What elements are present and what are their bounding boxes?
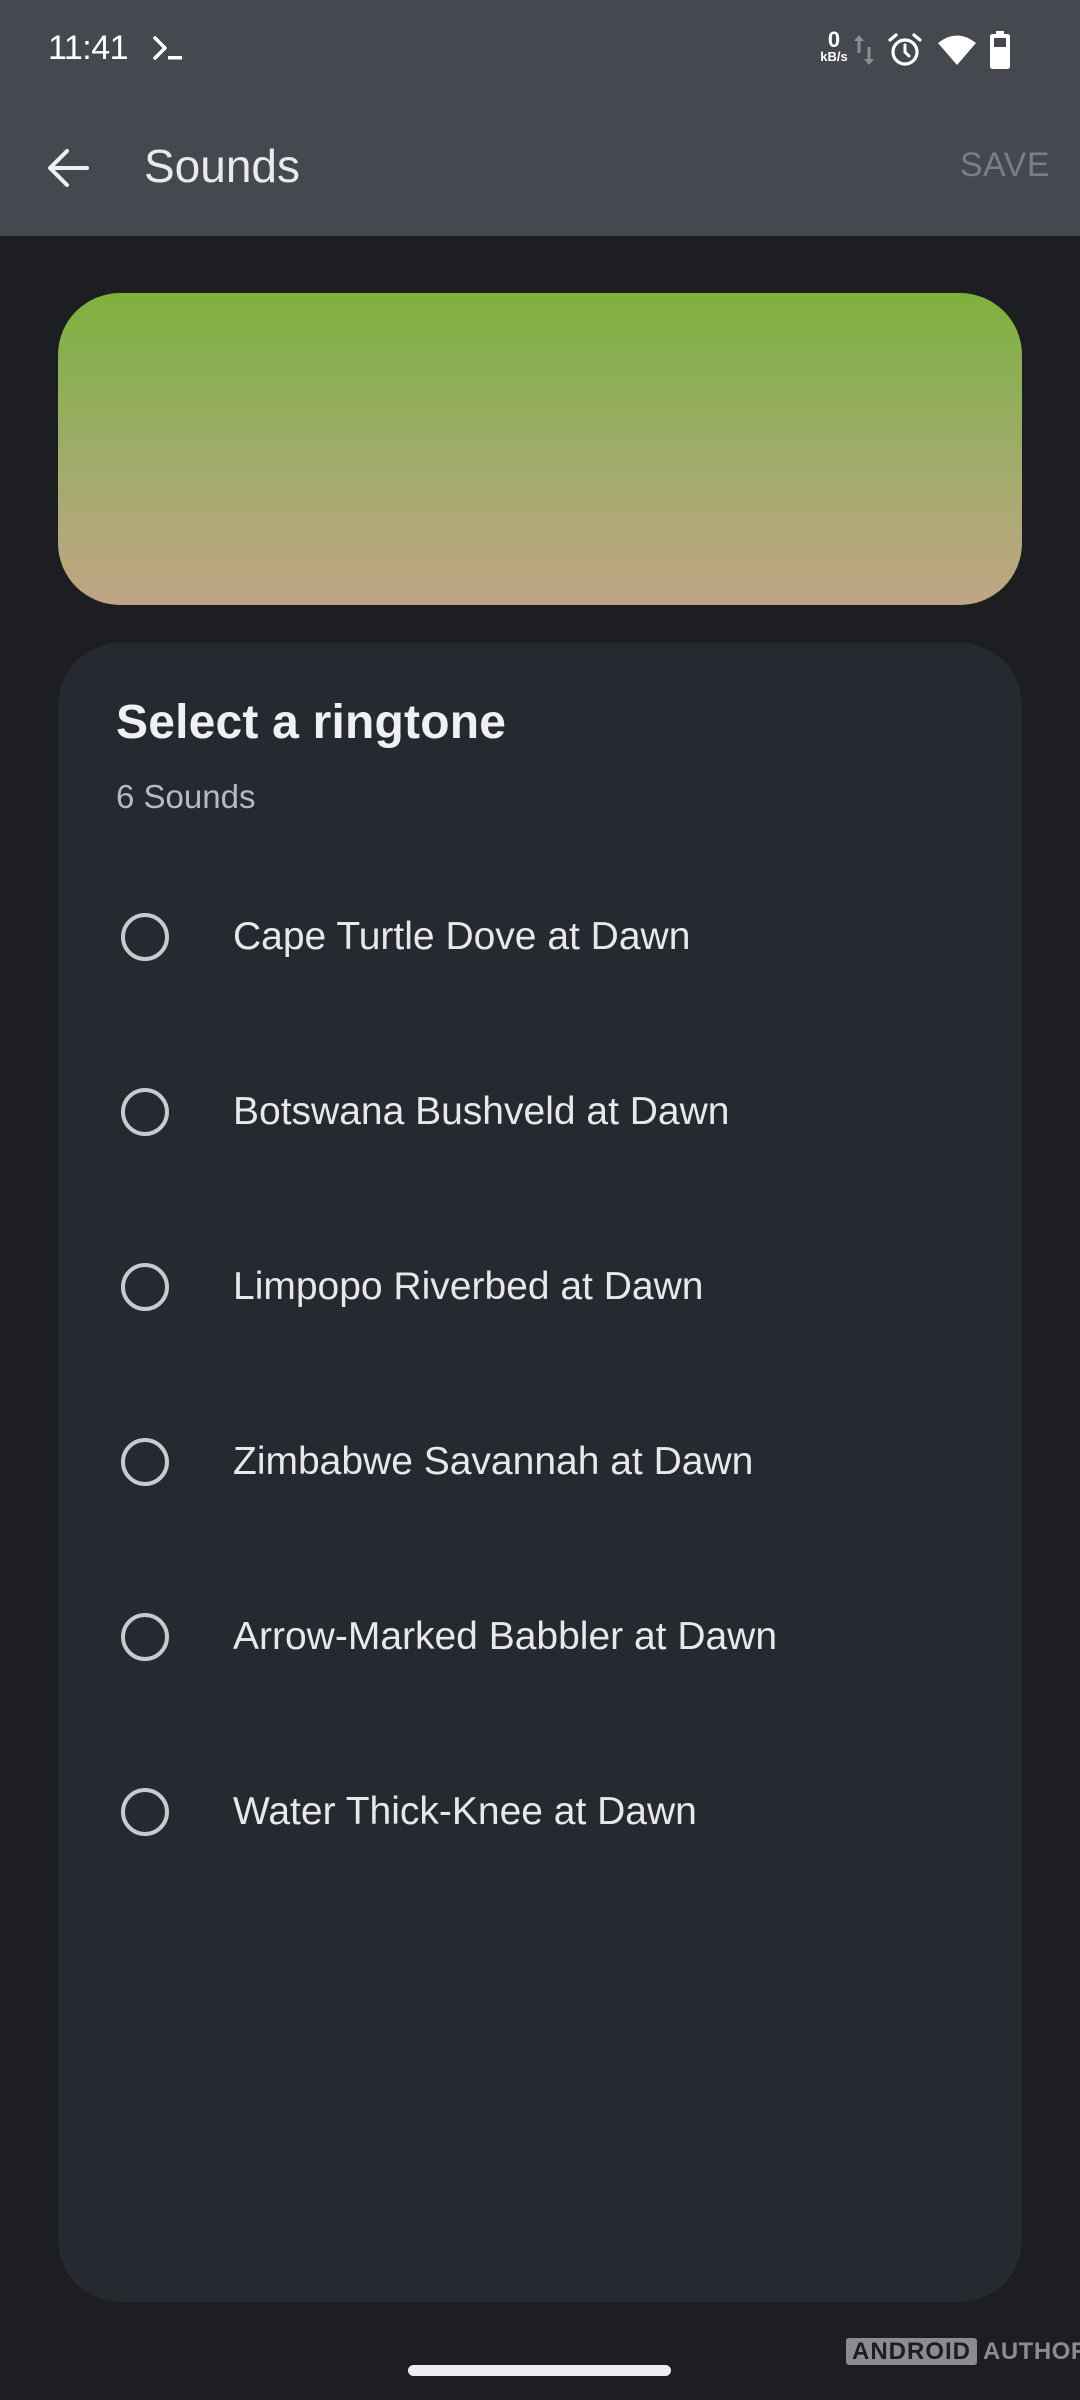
- screen: 11:41 0 kB/s Sounds SAVE Select a ringto…: [0, 0, 1080, 2400]
- top-app-bar: 11:41 0 kB/s Sounds SAVE: [0, 0, 1080, 236]
- battery-icon: [988, 30, 1012, 70]
- net-speed-unit: kB/s: [820, 49, 848, 64]
- alarm-icon: [887, 32, 923, 68]
- ringtone-option[interactable]: Botswana Bushveld at Dawn: [58, 1025, 1022, 1200]
- watermark-text: AUTHORITY: [983, 2337, 1080, 2365]
- ringtone-label: Water Thick-Knee at Dawn: [233, 1790, 697, 1833]
- ringtone-list-card: Select a ringtone 6 Sounds Cape Turtle D…: [58, 643, 1022, 2302]
- ringtone-label: Arrow-Marked Babbler at Dawn: [233, 1615, 778, 1658]
- arrow-back-icon: [47, 148, 89, 193]
- wifi-icon: [937, 34, 977, 66]
- radio-button[interactable]: [121, 1788, 169, 1836]
- sound-count: 6 Sounds: [116, 778, 256, 815]
- watermark-logo: ANDROID AUTHORITY: [846, 2338, 1080, 2365]
- watermark-boxed-text: ANDROID: [846, 2338, 977, 2365]
- page-title: Sounds: [144, 140, 301, 192]
- net-speed-value: 0: [827, 27, 841, 52]
- ringtone-list: Cape Turtle Dove at Dawn Botswana Bushve…: [58, 850, 1022, 1900]
- radio-button[interactable]: [121, 913, 169, 961]
- terminal-icon: [152, 33, 186, 63]
- ringtone-label: Botswana Bushveld at Dawn: [233, 1090, 730, 1133]
- ringtone-option[interactable]: Arrow-Marked Babbler at Dawn: [58, 1550, 1022, 1725]
- gesture-home-handle[interactable]: [408, 2365, 671, 2376]
- radio-button[interactable]: [121, 1088, 169, 1136]
- status-time: 11:41: [48, 29, 129, 67]
- ringtone-option[interactable]: Zimbabwe Savannah at Dawn: [58, 1375, 1022, 1550]
- ringtone-preview-card: [58, 293, 1022, 605]
- back-button[interactable]: [36, 138, 100, 202]
- ringtone-label: Limpopo Riverbed at Dawn: [233, 1265, 704, 1308]
- save-button[interactable]: SAVE: [960, 146, 1050, 185]
- radio-button[interactable]: [121, 1613, 169, 1661]
- ringtone-label: Zimbabwe Savannah at Dawn: [233, 1440, 754, 1483]
- network-speed-indicator: 0 kB/s: [816, 27, 852, 64]
- list-title: Select a ringtone: [116, 696, 507, 749]
- ringtone-option[interactable]: Water Thick-Knee at Dawn: [58, 1725, 1022, 1900]
- ringtone-option[interactable]: Cape Turtle Dove at Dawn: [58, 850, 1022, 1025]
- radio-button[interactable]: [121, 1263, 169, 1311]
- data-updown-icon: [852, 33, 876, 67]
- ringtone-label: Cape Turtle Dove at Dawn: [233, 915, 691, 958]
- ringtone-option[interactable]: Limpopo Riverbed at Dawn: [58, 1200, 1022, 1375]
- radio-button[interactable]: [121, 1438, 169, 1486]
